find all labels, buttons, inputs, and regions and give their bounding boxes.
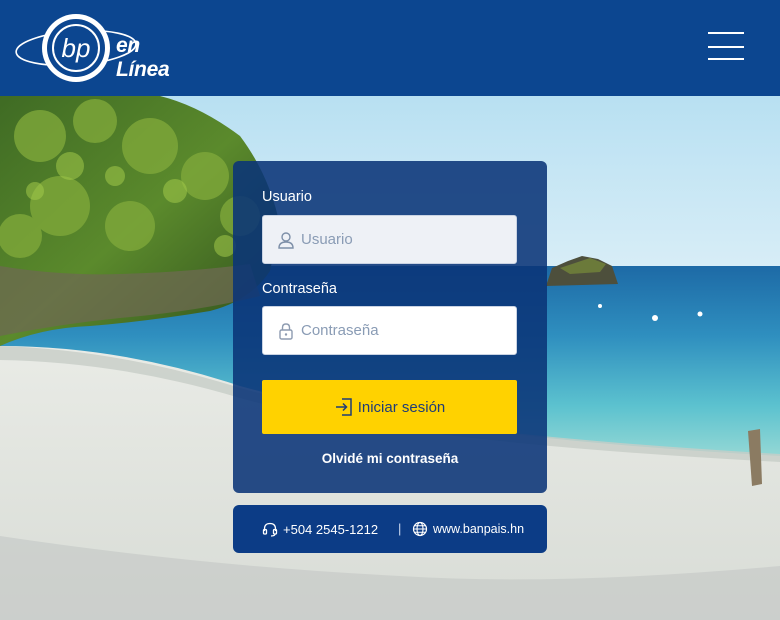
- hamburger-menu-icon: [708, 58, 744, 60]
- login-card: Usuario Contraseña Iniciar sesión Olvidé…: [233, 161, 547, 493]
- globe-icon: [412, 521, 428, 537]
- hamburger-menu-icon: [708, 32, 744, 34]
- headset-icon: [262, 522, 278, 537]
- logo-text: en Línea: [116, 34, 170, 81]
- top-header: bp en Línea: [0, 0, 780, 96]
- password-field[interactable]: [262, 306, 517, 355]
- phone-number-link[interactable]: +504 2545-1212: [283, 522, 378, 537]
- sign-in-icon: [335, 398, 352, 416]
- contact-bar: +504 2545-1212 | www.banpais.hn: [233, 505, 547, 553]
- username-input[interactable]: [301, 216, 506, 263]
- login-button[interactable]: Iniciar sesión: [262, 380, 517, 434]
- username-label: Usuario: [262, 189, 312, 205]
- password-label: Contraseña: [262, 281, 337, 297]
- user-icon: [278, 232, 294, 249]
- password-input[interactable]: [301, 307, 506, 354]
- banpais-logo[interactable]: bp en Línea: [14, 10, 194, 86]
- logo-mark-text: bp: [62, 33, 91, 63]
- username-field[interactable]: [262, 215, 517, 264]
- contact-separator: |: [398, 521, 402, 536]
- hamburger-menu-icon: [708, 46, 744, 48]
- login-button-label: Iniciar sesión: [357, 398, 446, 416]
- forgot-password-link[interactable]: Olvidé mi contraseña: [233, 451, 547, 466]
- website-link[interactable]: www.banpais.hn: [433, 522, 524, 536]
- lock-icon: [279, 323, 293, 340]
- hamburger-menu-button[interactable]: [706, 30, 746, 64]
